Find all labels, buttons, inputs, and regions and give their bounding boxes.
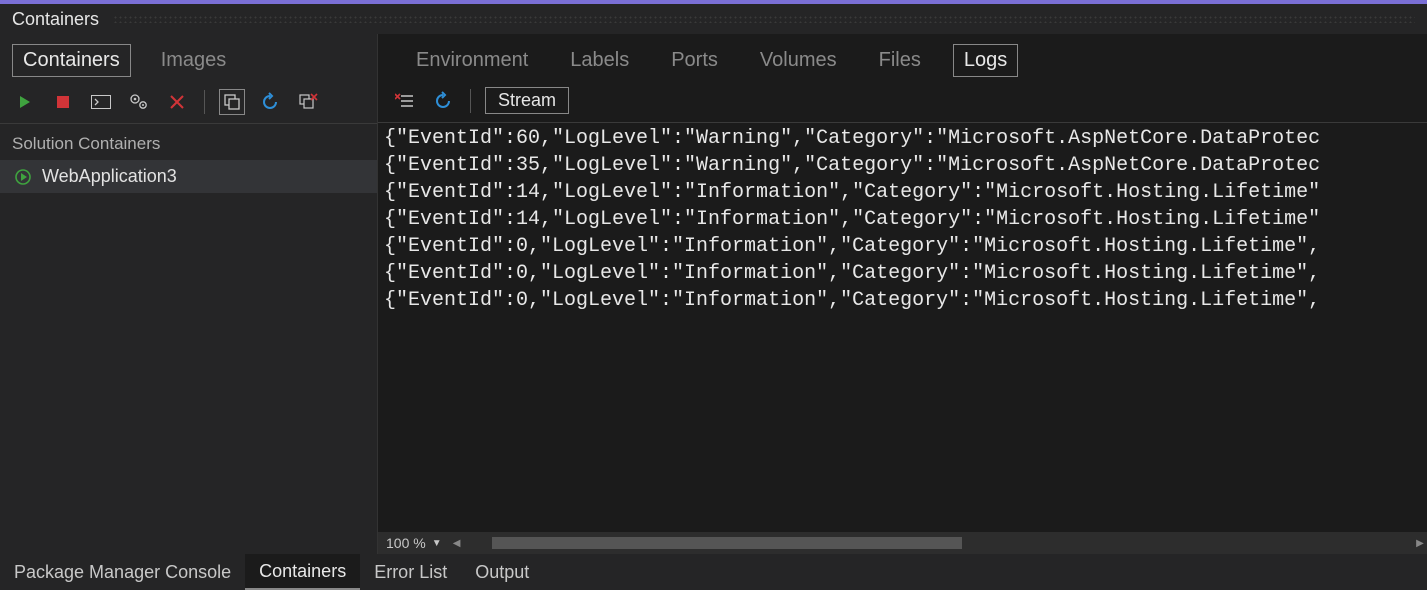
bottom-tab-output[interactable]: Output [461, 554, 543, 590]
copy-button[interactable] [219, 89, 245, 115]
bottom-tab-label: Containers [259, 561, 346, 582]
container-settings-button[interactable] [126, 89, 152, 115]
bottom-tab-error-list[interactable]: Error List [360, 554, 461, 590]
refresh-containers-button[interactable] [257, 89, 283, 115]
open-terminal-button[interactable] [88, 89, 114, 115]
bottom-tab-package-manager-console[interactable]: Package Manager Console [0, 554, 245, 590]
stream-label: Stream [498, 90, 556, 110]
gears-icon [129, 93, 149, 111]
subtab-containers[interactable]: Containers [12, 44, 131, 77]
tab-logs[interactable]: Logs [953, 44, 1018, 77]
terminal-icon [91, 95, 111, 109]
stop-icon [56, 95, 70, 109]
container-detail-pane: Environment Labels Ports Volumes Files L… [378, 34, 1427, 554]
left-toolbar [0, 85, 377, 124]
scroll-left-button[interactable]: ◀ [450, 536, 464, 550]
bottom-tab-label: Error List [374, 562, 447, 583]
left-subtabs: Containers Images [0, 34, 377, 85]
bottom-tab-label: Output [475, 562, 529, 583]
zoom-scroll-row: 100 % ▼ ◀ ▶ [378, 532, 1427, 554]
container-name: WebApplication3 [42, 166, 177, 187]
refresh-icon [260, 92, 280, 112]
bottom-tool-tabs: Package Manager Console Containers Error… [0, 554, 1427, 590]
panel-body: Containers Images [0, 34, 1427, 554]
copy-icon [223, 93, 241, 111]
toolbar-separator [204, 90, 205, 114]
tab-label: Ports [671, 49, 718, 71]
panel-drag-handle[interactable] [113, 15, 1415, 23]
subtab-label: Containers [23, 49, 120, 71]
panel-title-bar: Containers [0, 4, 1427, 34]
log-output-area[interactable]: {"EventId":60,"LogLevel":"Warning","Cate… [378, 123, 1427, 532]
log-text: {"EventId":60,"LogLevel":"Warning","Cate… [378, 123, 1427, 314]
bottom-tab-containers[interactable]: Containers [245, 554, 360, 590]
clear-list-icon [395, 92, 415, 110]
start-container-button[interactable] [12, 89, 38, 115]
tab-label: Labels [570, 49, 629, 71]
toolbar-separator [470, 89, 471, 113]
tab-label: Files [879, 49, 921, 71]
prune-button[interactable] [295, 89, 321, 115]
containers-list-pane: Containers Images [0, 34, 378, 554]
bottom-tab-label: Package Manager Console [14, 562, 231, 583]
clear-log-button[interactable] [392, 88, 418, 114]
horizontal-scrollbar[interactable] [474, 535, 1413, 551]
tab-label: Volumes [760, 49, 837, 71]
container-list-item[interactable]: WebApplication3 [0, 160, 377, 193]
tab-volumes[interactable]: Volumes [750, 45, 847, 76]
tab-label: Logs [964, 49, 1007, 71]
chevron-down-icon: ▼ [432, 538, 442, 549]
zoom-value: 100 % [386, 535, 426, 551]
stream-toggle-button[interactable]: Stream [485, 87, 569, 114]
prune-icon [298, 92, 318, 112]
delete-icon [169, 94, 185, 110]
subtab-label: Images [161, 49, 227, 71]
tab-environment[interactable]: Environment [406, 45, 538, 76]
panel-title: Containers [12, 9, 99, 30]
tab-files[interactable]: Files [869, 45, 931, 76]
stop-container-button[interactable] [50, 89, 76, 115]
logs-toolbar: Stream [378, 83, 1427, 123]
zoom-dropdown[interactable]: 100 % ▼ [378, 535, 450, 551]
tab-label: Environment [416, 49, 528, 71]
running-status-icon [14, 168, 32, 186]
remove-container-button[interactable] [164, 89, 190, 115]
containers-tool-window: Containers Containers Images [0, 0, 1427, 590]
scroll-right-button[interactable]: ▶ [1413, 536, 1427, 550]
detail-tabs: Environment Labels Ports Volumes Files L… [378, 34, 1427, 83]
play-icon [17, 94, 33, 110]
scrollbar-thumb[interactable] [492, 537, 962, 549]
refresh-logs-button[interactable] [430, 88, 456, 114]
refresh-icon [433, 91, 453, 111]
tab-labels[interactable]: Labels [560, 45, 639, 76]
subtab-images[interactable]: Images [151, 45, 237, 76]
tab-ports[interactable]: Ports [661, 45, 728, 76]
solution-containers-header: Solution Containers [0, 124, 377, 160]
